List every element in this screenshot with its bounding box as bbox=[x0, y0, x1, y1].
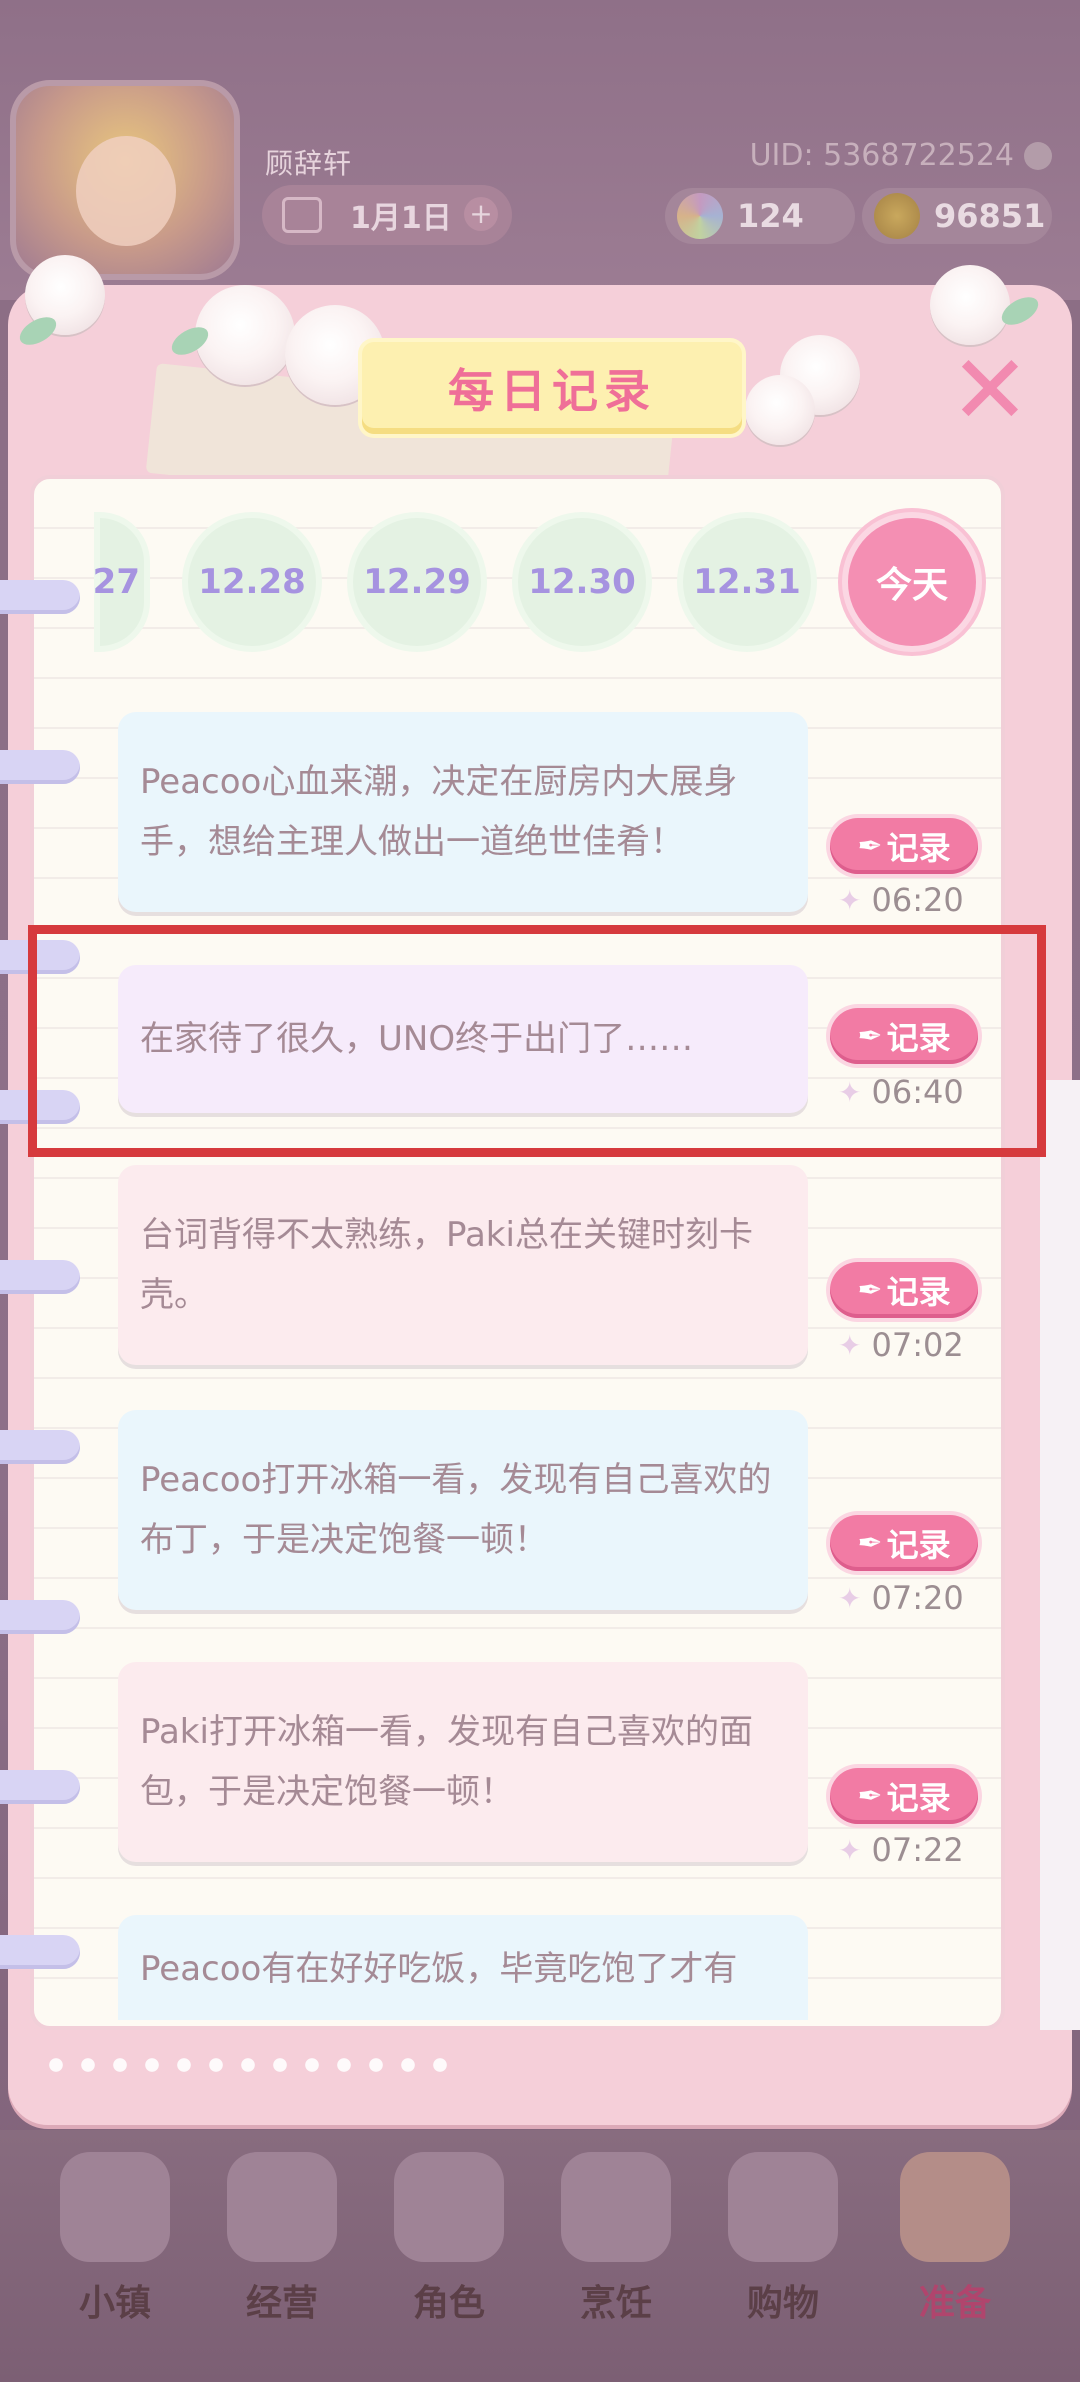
record-button[interactable]: ✒ 记录 bbox=[830, 818, 978, 874]
panel-title: 每日记录 bbox=[448, 364, 656, 418]
binder-ring bbox=[0, 1260, 80, 1294]
record-text: Peacoo打开冰箱一看，发现有自己喜欢的布丁，于是决定饱餐一顿！ bbox=[140, 1460, 772, 1560]
sparkle-icon: ✦ bbox=[838, 1833, 862, 1867]
record-button-label: 记录 bbox=[886, 1273, 951, 1311]
record-card[interactable]: Peacoo打开冰箱一看，发现有自己喜欢的布丁，于是决定饱餐一顿！ bbox=[118, 1410, 808, 1610]
record-time-text: 07:20 bbox=[871, 1579, 964, 1617]
record-button-label: 记录 bbox=[886, 1779, 951, 1817]
date-tab-label: 12.31 bbox=[693, 562, 801, 602]
record-time: ✦ 07:20 bbox=[838, 1578, 978, 1618]
character-icon bbox=[394, 2152, 504, 2262]
quill-icon: ✒ bbox=[857, 828, 883, 864]
binder-ring bbox=[0, 1430, 80, 1464]
date-tab[interactable]: 12.30 bbox=[518, 518, 646, 646]
binder-ring bbox=[0, 1600, 80, 1634]
date-tab-label: 今天 bbox=[875, 565, 948, 606]
map-icon bbox=[60, 2152, 170, 2262]
record-time-text: 07:02 bbox=[871, 1326, 964, 1364]
close-icon: ✕ bbox=[949, 334, 1031, 446]
record-button-label: 记录 bbox=[886, 1526, 951, 1564]
nav-label: 角色 bbox=[412, 2282, 485, 2324]
nav-item-characters[interactable]: 角色 bbox=[369, 2152, 529, 2352]
date-tab-label: 12.29 bbox=[363, 562, 471, 602]
username: 顾辞轩 bbox=[265, 147, 353, 180]
date-tab[interactable]: 27 bbox=[93, 518, 144, 646]
binder-ring bbox=[0, 1770, 80, 1804]
date-plus-button[interactable]: + bbox=[464, 197, 498, 231]
sparkle-icon: ✦ bbox=[838, 1328, 862, 1362]
quill-icon: ✒ bbox=[857, 1525, 883, 1561]
nav-item-prepare[interactable]: 准备 bbox=[875, 2152, 1035, 2352]
date-tab-bar[interactable]: 27 12.28 12.29 12.30 12.31 今天 bbox=[60, 510, 985, 660]
quill-icon: ✒ bbox=[857, 1778, 883, 1814]
sandwich-icon bbox=[561, 2152, 671, 2262]
date-tab-label: 12.28 bbox=[198, 562, 306, 602]
binder-ring bbox=[0, 750, 80, 784]
coin-icon bbox=[874, 193, 920, 239]
gem-icon bbox=[677, 193, 723, 239]
record-time-text: 06:20 bbox=[871, 881, 964, 919]
record-text: 台词背得不太熟练，Paki总在关键时刻卡壳。 bbox=[140, 1215, 753, 1315]
uid-label: UID: 5368722524 bbox=[750, 138, 1052, 173]
game-date[interactable]: 1月1日 + bbox=[262, 185, 512, 245]
record-time: ✦ 06:20 bbox=[838, 880, 978, 920]
selection-highlight bbox=[28, 925, 1046, 1157]
pearl-decoration bbox=[40, 2050, 460, 2080]
avatar-face bbox=[76, 136, 176, 246]
nav-item-town[interactable]: 小镇 bbox=[35, 2152, 195, 2352]
nav-label: 购物 bbox=[746, 2282, 819, 2324]
date-tab-today[interactable]: 今天 bbox=[848, 518, 976, 646]
nav-label: 准备 bbox=[918, 2282, 991, 2324]
record-time: ✦ 07:22 bbox=[838, 1830, 978, 1870]
date-tab-label: 27 bbox=[92, 562, 140, 602]
rose-decoration bbox=[195, 285, 295, 385]
record-button[interactable]: ✒ 记录 bbox=[830, 1768, 978, 1824]
date-tab[interactable]: 12.28 bbox=[188, 518, 316, 646]
date-tab[interactable]: 12.29 bbox=[353, 518, 481, 646]
shopping-bag-icon bbox=[728, 2152, 838, 2262]
bottom-nav: 小镇 经营 角色 烹饪 购物 准备 bbox=[0, 2130, 1080, 2382]
sparkle-icon: ✦ bbox=[838, 883, 862, 917]
coin-currency[interactable]: 96851 bbox=[862, 188, 1052, 244]
record-time-text: 07:22 bbox=[871, 1831, 964, 1869]
close-button[interactable]: ✕ bbox=[945, 334, 1035, 446]
game-date-text: 1月1日 bbox=[350, 201, 452, 236]
record-card[interactable]: Peacoo有在好好吃饭，毕竟吃饱了才有 bbox=[118, 1915, 808, 2020]
avatar[interactable] bbox=[10, 80, 240, 280]
date-tab[interactable]: 12.31 bbox=[683, 518, 811, 646]
date-tab-label: 12.30 bbox=[528, 562, 636, 602]
hat-icon bbox=[227, 2152, 337, 2262]
rose-decoration bbox=[745, 375, 815, 445]
quill-icon: ✒ bbox=[857, 1272, 883, 1308]
record-text: Peacoo心血来潮，决定在厨房内大展身手，想给主理人做出一道绝世佳肴！ bbox=[140, 762, 738, 862]
nav-item-business[interactable]: 经营 bbox=[202, 2152, 362, 2352]
top-header: 顾辞轩 UID: 5368722524 1月1日 + 124 96851 bbox=[0, 0, 1080, 300]
nav-item-cooking[interactable]: 烹饪 bbox=[536, 2152, 696, 2352]
nav-item-shopping[interactable]: 购物 bbox=[703, 2152, 863, 2352]
record-button-label: 记录 bbox=[886, 829, 951, 867]
record-button[interactable]: ✒ 记录 bbox=[830, 1515, 978, 1571]
nav-label: 小镇 bbox=[78, 2282, 151, 2324]
coin-count: 96851 bbox=[934, 197, 1046, 235]
record-card[interactable]: Paki打开冰箱一看，发现有自己喜欢的面包，于是决定饱餐一顿！ bbox=[118, 1662, 808, 1862]
rose-decoration bbox=[930, 265, 1010, 345]
gem-currency[interactable]: 124 bbox=[665, 188, 855, 244]
record-time: ✦ 07:02 bbox=[838, 1325, 978, 1365]
panel-title-banner: 每日记录 bbox=[362, 342, 742, 434]
record-card[interactable]: 台词背得不太熟练，Paki总在关键时刻卡壳。 bbox=[118, 1165, 808, 1365]
copy-icon[interactable] bbox=[1024, 141, 1052, 170]
calendar-icon bbox=[282, 197, 322, 233]
binder-ring bbox=[0, 1935, 80, 1969]
uid-text: UID: 5368722524 bbox=[749, 138, 1014, 173]
nav-label: 经营 bbox=[245, 2282, 318, 2324]
record-text: Paki打开冰箱一看，发现有自己喜欢的面包，于是决定饱餐一顿！ bbox=[140, 1712, 753, 1812]
record-button[interactable]: ✒ 记录 bbox=[830, 1262, 978, 1318]
nav-label: 烹饪 bbox=[579, 2282, 652, 2324]
basket-icon bbox=[900, 2152, 1010, 2262]
decorative-paper-edge bbox=[1040, 1080, 1080, 2030]
sparkle-icon: ✦ bbox=[838, 1581, 862, 1615]
record-text: Peacoo有在好好吃饭，毕竟吃饱了才有 bbox=[140, 1949, 738, 1989]
gem-count: 124 bbox=[737, 197, 804, 235]
record-card[interactable]: Peacoo心血来潮，决定在厨房内大展身手，想给主理人做出一道绝世佳肴！ bbox=[118, 712, 808, 912]
